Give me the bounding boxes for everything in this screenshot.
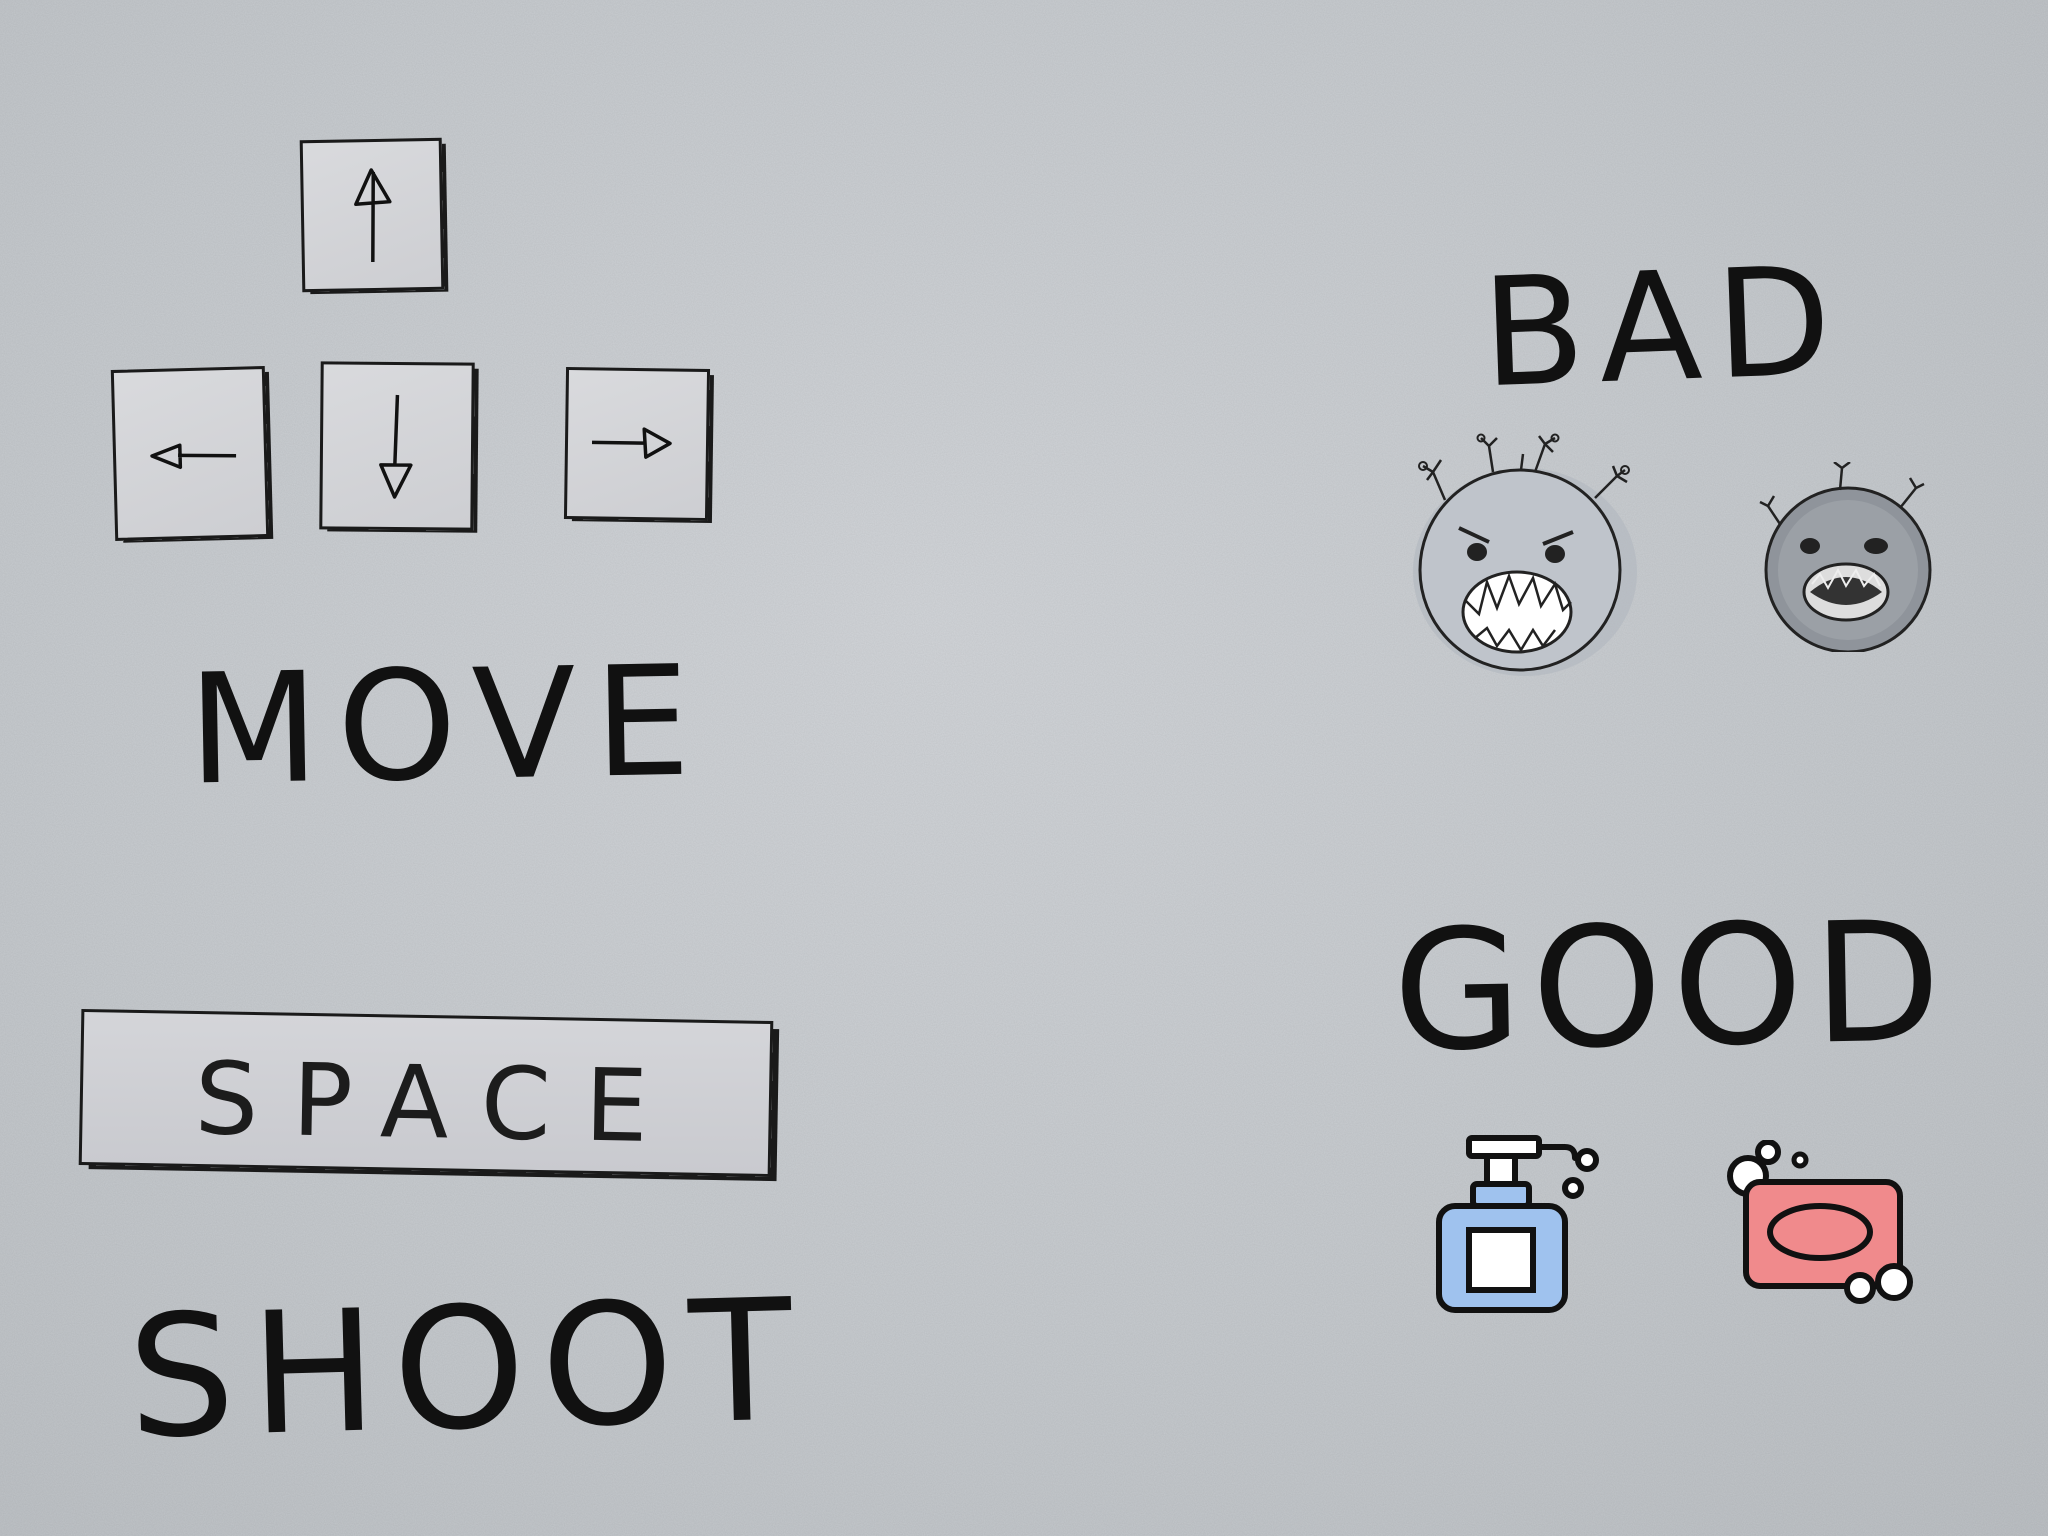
good-label: GOOD — [1391, 886, 1953, 1089]
space-key[interactable]: SPACE — [78, 1008, 774, 1178]
up-arrow-key[interactable] — [299, 137, 445, 293]
bad-label: BAD — [1479, 234, 1848, 422]
arrow-down-icon — [379, 394, 413, 499]
arrow-up-icon — [354, 168, 392, 263]
soap-pump-bottle-icon — [1436, 1135, 1599, 1313]
right-arrow-key[interactable] — [563, 367, 711, 521]
dark-virus-icon — [1759, 462, 1932, 652]
left-arrow-key[interactable] — [110, 366, 270, 541]
arrow-left-icon — [150, 443, 237, 470]
move-label: MOVE — [186, 632, 710, 819]
soap-bar-icon — [1727, 1140, 1913, 1304]
angry-virus-icon — [1413, 433, 1637, 676]
arrow-right-icon — [591, 427, 672, 459]
shoot-label: SHOOT — [125, 1262, 811, 1476]
instructions-screen: { "controls": { "move_label": "MOVE", "s… — [0, 0, 2048, 1536]
down-arrow-key[interactable] — [319, 361, 475, 531]
space-key-label: SPACE — [193, 1039, 683, 1166]
